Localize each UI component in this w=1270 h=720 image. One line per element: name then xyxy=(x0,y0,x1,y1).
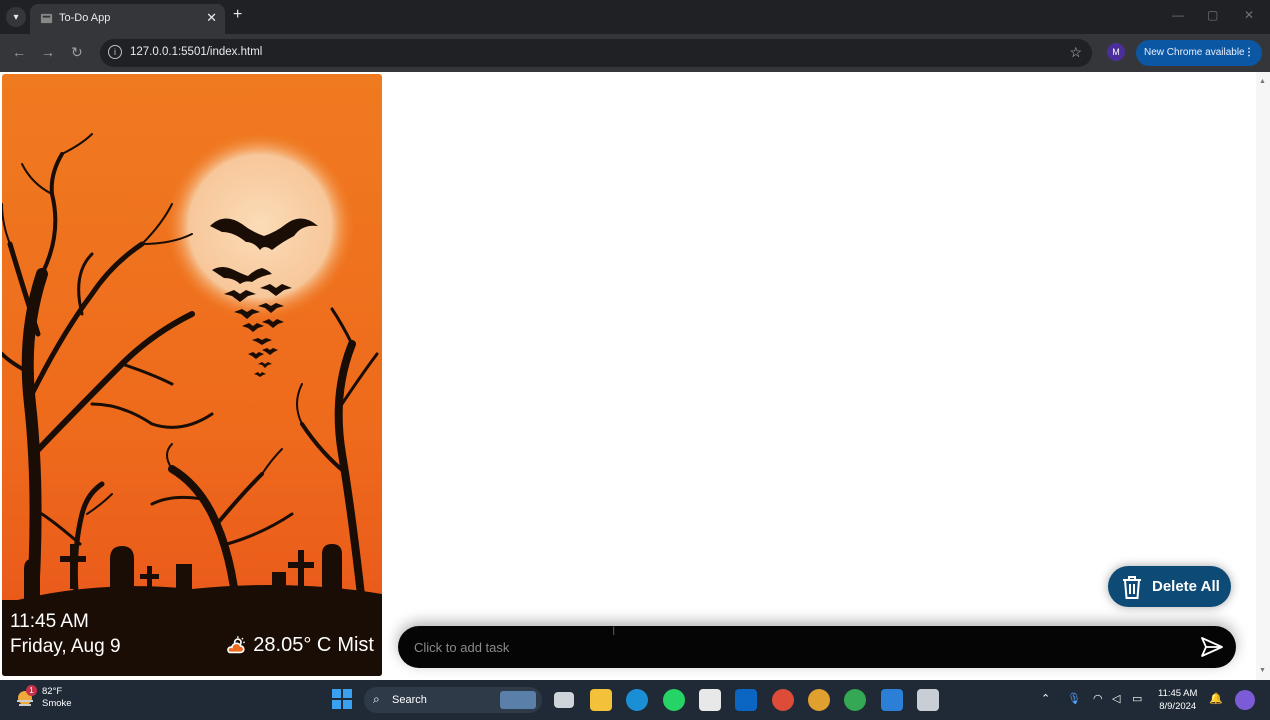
page-scrollbar[interactable]: ▲ ▼ xyxy=(1256,72,1270,680)
tab-todo-app[interactable]: To-Do App ✕ xyxy=(30,4,225,34)
favicon-icon xyxy=(40,13,53,24)
back-icon[interactable]: ← xyxy=(12,44,26,60)
maximize-icon[interactable]: ▢ xyxy=(1207,8,1218,22)
reload-icon[interactable]: ↻ xyxy=(71,44,83,61)
show-hidden-icons-icon[interactable]: ⌃ xyxy=(1041,692,1050,705)
taskbar-weather-desc: Smoke xyxy=(42,698,72,709)
taskbar-clock-date: 8/9/2024 xyxy=(1159,701,1197,712)
chrome-profile-icon[interactable] xyxy=(808,689,830,711)
whatsapp-icon[interactable] xyxy=(663,689,685,711)
task-view-icon[interactable] xyxy=(554,692,574,708)
copilot-icon[interactable] xyxy=(1235,690,1255,710)
search-highlight-icon xyxy=(500,691,536,709)
halloween-background-image xyxy=(2,74,382,676)
menu-dots-icon[interactable]: ⋮ xyxy=(1244,40,1254,66)
update-chrome-button[interactable]: New Chrome available ⋮ xyxy=(1136,40,1262,66)
close-window-icon[interactable]: ✕ xyxy=(1244,8,1254,22)
clock-time: 11:45 AM xyxy=(10,611,89,632)
tab-strip: ▾ To-Do App ✕ + — ▢ ✕ xyxy=(0,0,1270,34)
delete-all-button[interactable]: Delete All xyxy=(1108,566,1231,607)
tab-search-button[interactable]: ▾ xyxy=(6,7,26,27)
microphone-icon[interactable]: 🎙 xyxy=(1067,692,1081,705)
clock-date: Friday, Aug 9 xyxy=(10,636,121,657)
chrome-icon[interactable] xyxy=(772,689,794,711)
chrome-alt-icon[interactable] xyxy=(844,689,866,711)
taskbar-weather-widget[interactable]: 1 82°F Smoke xyxy=(14,685,72,710)
send-icon[interactable] xyxy=(1200,635,1224,659)
sun-haze-icon: 1 xyxy=(14,685,37,709)
update-label: New Chrome available xyxy=(1144,47,1245,58)
halloween-side-panel: 11:45 AM Friday, Aug 9 28.05° C Mist xyxy=(2,74,382,676)
taskbar-clock[interactable]: 11:45 AM 8/9/2024 xyxy=(1158,687,1197,713)
task-input[interactable] xyxy=(414,636,1174,658)
volume-icon[interactable]: ◁ xyxy=(1112,692,1120,705)
taskbar-temperature: 82°F xyxy=(42,686,63,697)
taskbar-search[interactable]: ⌕ Search xyxy=(364,687,542,713)
microsoft-store-icon[interactable] xyxy=(699,689,721,711)
notepad-icon[interactable] xyxy=(917,689,939,711)
url-text: 127.0.0.1:5501/index.html xyxy=(130,46,263,58)
site-info-icon[interactable]: i xyxy=(108,45,122,59)
linkedin-icon[interactable] xyxy=(735,689,757,711)
browser-toolbar: ← → ↻ i 127.0.0.1:5501/index.html ☆ M Ne… xyxy=(0,34,1270,72)
trash-icon xyxy=(1123,575,1141,599)
search-icon: ⌕ xyxy=(373,692,380,706)
windows-start-icon[interactable] xyxy=(332,689,352,709)
edge-browser-icon[interactable] xyxy=(626,689,648,711)
scroll-down-icon[interactable]: ▼ xyxy=(1259,667,1266,674)
page-viewport: 11:45 AM Friday, Aug 9 28.05° C Mist Del… xyxy=(0,72,1270,680)
temperature: 28.05° C xyxy=(253,634,332,656)
battery-icon[interactable]: ▭ xyxy=(1132,692,1142,705)
taskbar-clock-time: 11:45 AM xyxy=(1158,688,1198,699)
minimize-icon[interactable]: — xyxy=(1172,8,1184,22)
profile-avatar[interactable]: M xyxy=(1107,43,1125,61)
weather-readout: 28.05° C Mist xyxy=(225,634,374,657)
vscode-icon[interactable] xyxy=(881,689,903,711)
tab-title: To-Do App xyxy=(59,12,111,24)
forward-icon[interactable]: → xyxy=(41,44,55,60)
wifi-icon[interactable]: ◠ xyxy=(1093,692,1103,705)
delete-all-label: Delete All xyxy=(1152,578,1220,595)
taskbar-search-label: Search xyxy=(392,694,427,706)
scroll-up-icon[interactable]: ▲ xyxy=(1259,78,1266,85)
cloud-sun-icon xyxy=(227,635,245,653)
tab-close-icon[interactable]: ✕ xyxy=(206,10,217,26)
task-input-bar xyxy=(398,626,1236,668)
bookmark-star-icon[interactable]: ☆ xyxy=(1069,44,1082,61)
weather-alert-badge: 1 xyxy=(26,685,37,696)
text-cursor-icon: I xyxy=(612,624,616,638)
address-bar[interactable]: i 127.0.0.1:5501/index.html ☆ xyxy=(100,39,1092,67)
file-explorer-icon[interactable] xyxy=(590,689,612,711)
weather-condition: Mist xyxy=(337,634,374,656)
notification-bell-icon[interactable]: 🔔 xyxy=(1209,692,1223,705)
windows-taskbar: 1 82°F Smoke ⌕ Search ⌃ 🎙 ◠ ◁ ▭ 11:45 AM… xyxy=(0,680,1270,720)
new-tab-icon[interactable]: + xyxy=(233,6,242,24)
